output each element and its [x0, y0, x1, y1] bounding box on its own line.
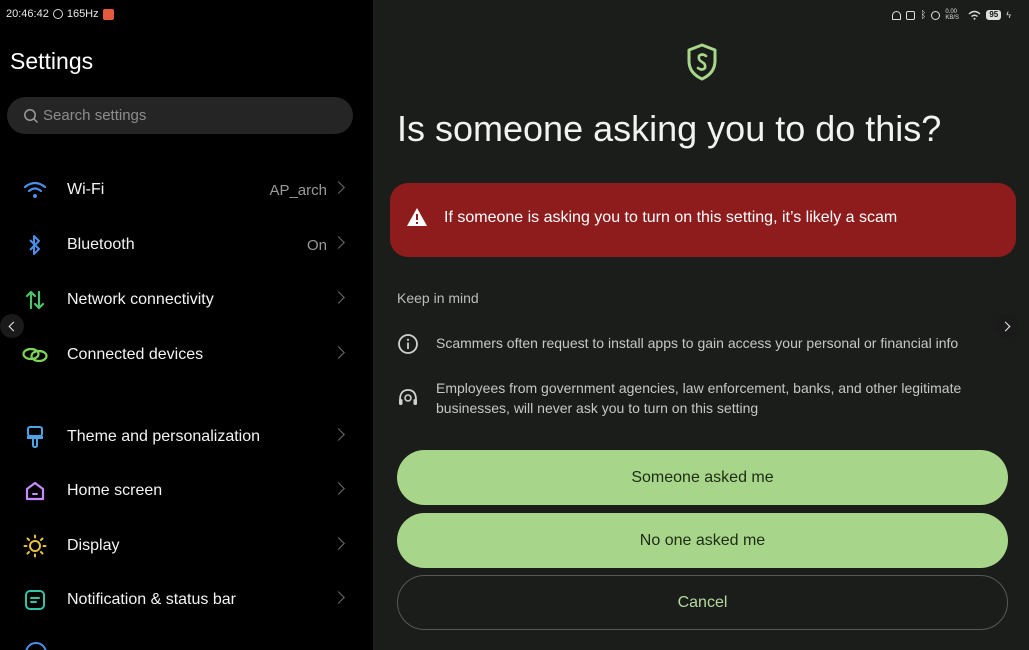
shield-icon: [687, 43, 717, 81]
link-icon: [22, 343, 48, 367]
status-time: 20:46:42: [6, 8, 49, 20]
settings-item-value: On: [306, 236, 327, 254]
keep-in-mind-heading: Keep in mind: [397, 290, 479, 306]
settings-item-label: Network connectivity: [67, 291, 214, 308]
agent-headset-icon: [399, 389, 417, 405]
status-circle-icon: [52, 9, 63, 19]
tip-text: Scammers often request to install apps t…: [436, 335, 959, 351]
network-arrows-icon: [22, 288, 48, 312]
bluetooth-status-icon: ᛒ: [920, 9, 927, 21]
previous-page-arrow[interactable]: [0, 314, 24, 338]
search-placeholder: Search settings: [43, 107, 147, 124]
status-bar-left: 20:46:42 165Hz: [6, 8, 114, 20]
settings-item-notification[interactable]: Notification & status bar: [0, 580, 373, 620]
chevron-right-icon: [332, 181, 345, 194]
chevron-right-icon: [332, 482, 345, 495]
settings-item-connected-devices[interactable]: Connected devices: [0, 335, 373, 375]
battery-icon: 95: [986, 10, 1002, 20]
home-icon: [22, 479, 48, 503]
headphones-icon: [892, 10, 902, 20]
brush-icon: [22, 425, 48, 449]
settings-item-label: Wi-Fi: [67, 181, 105, 198]
no-one-asked-me-button[interactable]: No one asked me: [397, 513, 1008, 568]
sun-icon: [22, 534, 48, 558]
settings-item-value: AP_arch: [269, 181, 327, 199]
tip-employees: Employees from government agencies, law …: [397, 378, 961, 416]
app-notification-icon: [102, 8, 114, 20]
settings-item-label: Theme and personalization: [67, 428, 261, 445]
settings-panel: 20:46:42 165Hz Settings Search settings …: [0, 0, 373, 650]
settings-item-label: Display: [67, 537, 120, 554]
next-page-arrow[interactable]: [995, 314, 1019, 338]
warning-icon: [407, 208, 427, 226]
settings-item-label: Notification & status bar: [67, 591, 236, 608]
bluetooth-icon: [22, 233, 48, 257]
net-speed: 0.00 KB/S: [945, 9, 960, 21]
search-icon: [24, 108, 38, 123]
chevron-right-icon: [1000, 321, 1011, 331]
cast-icon: [906, 10, 916, 20]
wifi-status-icon: [968, 10, 981, 20]
settings-item-network[interactable]: Network connectivity: [0, 280, 373, 320]
charging-icon: ϟ: [1006, 10, 1011, 20]
settings-item-home-screen[interactable]: Home screen: [0, 471, 373, 511]
someone-asked-me-button[interactable]: Someone asked me: [397, 450, 1008, 505]
settings-item-bluetooth[interactable]: Bluetooth On: [0, 225, 373, 265]
chevron-left-icon: [8, 321, 19, 331]
chevron-right-icon: [332, 537, 345, 550]
alarm-icon: [931, 10, 941, 20]
settings-item-wifi[interactable]: Wi-Fi AP_arch: [0, 170, 373, 210]
chevron-right-icon: [332, 591, 345, 604]
scam-warning-banner: If someone is asking you to turn on this…: [390, 183, 1016, 257]
search-input[interactable]: Search settings: [7, 97, 353, 134]
settings-item-label: Home screen: [67, 482, 163, 499]
dialog-title: Is someone asking you to do this?: [397, 108, 942, 149]
tip-text-line-1: Employees from government agencies, law …: [436, 380, 962, 396]
refresh-rate: 165Hz: [66, 8, 99, 20]
partial-settings-icon: [25, 642, 47, 650]
cancel-button[interactable]: Cancel: [397, 575, 1008, 630]
scam-warning-dialog: ᛒ 0.00 KB/S 95 ϟ Is someone asking you t…: [373, 0, 1029, 650]
status-bar-right: ᛒ 0.00 KB/S 95 ϟ: [892, 9, 1011, 21]
settings-item-display[interactable]: Display: [0, 526, 373, 566]
chevron-right-icon: [332, 236, 345, 249]
warning-text: If someone is asking you to turn on this…: [444, 209, 898, 226]
wifi-icon: [22, 178, 48, 202]
settings-item-theme[interactable]: Theme and personalization: [0, 417, 373, 457]
tip-scammers: Scammers often request to install apps t…: [397, 333, 958, 355]
notification-icon: [22, 588, 48, 612]
chevron-right-icon: [332, 346, 345, 359]
page-title: Settings: [10, 48, 94, 74]
chevron-right-icon: [332, 291, 345, 304]
chevron-right-icon: [332, 428, 345, 441]
settings-item-label: Bluetooth: [67, 236, 135, 253]
info-icon: [398, 334, 418, 354]
settings-item-label: Connected devices: [67, 346, 204, 363]
tip-text-line-2: businesses, will never ask you to turn o…: [436, 400, 759, 416]
